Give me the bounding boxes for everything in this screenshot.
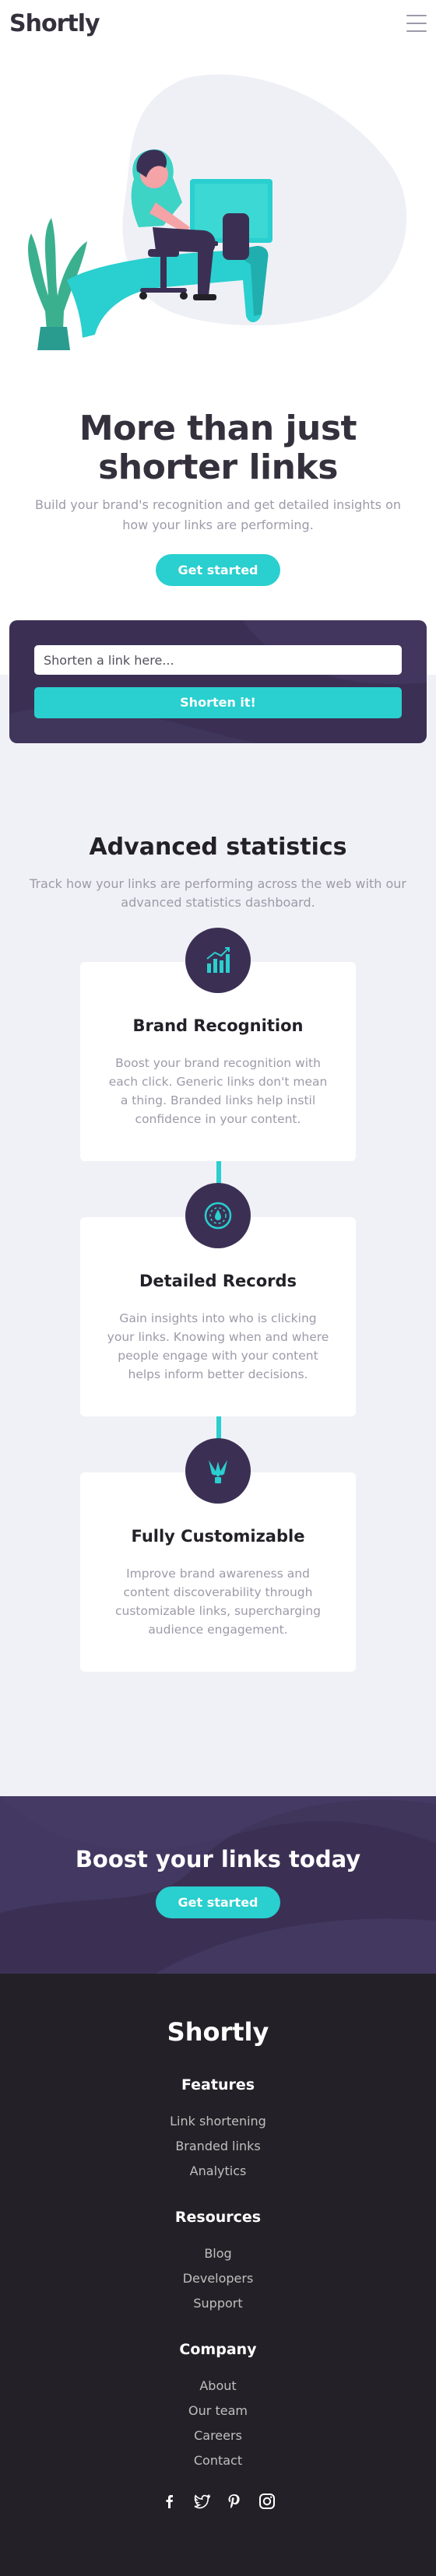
statistics-section: Advanced statistics Track how your links… (0, 743, 436, 1796)
feature-card-brand-recognition: Brand Recognition Boost your brand recog… (80, 928, 356, 1161)
shorten-it-button[interactable]: Shorten it! (34, 687, 402, 718)
footer-logo[interactable]: Shortly (0, 2017, 436, 2047)
boost-section: Boost your links today Get started (0, 1796, 436, 1974)
hero-section: More than just shorter links Build your … (0, 47, 436, 586)
shorten-section: Shorten it! (0, 620, 436, 838)
get-started-button[interactable]: Get started (156, 554, 280, 586)
footer-link[interactable]: About (0, 2374, 436, 2399)
statistics-title: Advanced statistics (89, 834, 347, 861)
footer-link[interactable]: Link shortening (0, 2109, 436, 2134)
feature-card-detailed-records: Detailed Records Gain insights into who … (80, 1183, 356, 1416)
social-links (0, 2492, 436, 2511)
boost-get-started-button[interactable]: Get started (156, 1886, 280, 1918)
footer-group-company: Company About Our team Careers Contact (0, 2341, 436, 2473)
shorten-form: Shorten it! (9, 620, 427, 743)
card-title: Detailed Records (139, 1272, 297, 1290)
gauge-icon (185, 1183, 251, 1248)
statistics-subtitle: Track how your links are performing acro… (30, 876, 406, 910)
logo[interactable]: Shortly (9, 10, 100, 37)
footer-link[interactable]: Support (0, 2291, 436, 2316)
footer-link[interactable]: Developers (0, 2266, 436, 2291)
card-title: Fully Customizable (131, 1527, 305, 1546)
twitter-icon[interactable] (192, 2492, 211, 2511)
shorten-link-input[interactable] (34, 645, 402, 675)
footer-link[interactable]: Branded links (0, 2134, 436, 2159)
footer-group-features: Features Link shortening Branded links A… (0, 2076, 436, 2184)
feature-card-fully-customizable: Fully Customizable Improve brand awarene… (80, 1438, 356, 1672)
footer-heading: Company (179, 2341, 257, 2358)
footer-link[interactable]: Careers (0, 2423, 436, 2448)
person-working-at-desk-illustration (0, 47, 436, 350)
boost-title: Boost your links today (75, 1846, 361, 1872)
hero-subtitle: Build your brand's recognition and get d… (35, 497, 401, 532)
hero-title: More than just shorter links (79, 409, 357, 487)
card-text: Gain insights into who is clicking your … (107, 1311, 329, 1381)
card-text: Boost your brand recognition with each c… (108, 1056, 328, 1126)
instagram-icon[interactable] (258, 2492, 276, 2511)
feature-cards: Brand Recognition Boost your brand recog… (0, 928, 436, 1672)
card-title: Brand Recognition (132, 1016, 304, 1035)
facebook-icon[interactable] (160, 2492, 178, 2511)
site-header: Shortly (0, 0, 436, 47)
footer-heading: Features (181, 2076, 255, 2093)
site-footer: Shortly Features Link shortening Branded… (0, 1974, 436, 2576)
footer-link[interactable]: Our team (0, 2399, 436, 2423)
footer-group-resources: Resources Blog Developers Support (0, 2209, 436, 2316)
hamburger-menu-icon[interactable] (406, 15, 427, 32)
footer-link[interactable]: Contact (0, 2448, 436, 2473)
pinterest-icon[interactable] (225, 2492, 244, 2511)
bar-chart-icon (185, 928, 251, 993)
footer-heading: Resources (174, 2209, 262, 2226)
pens-icon (185, 1438, 251, 1504)
footer-link[interactable]: Analytics (0, 2159, 436, 2184)
footer-link[interactable]: Blog (0, 2241, 436, 2266)
card-text: Improve brand awareness and content disc… (114, 1567, 322, 1637)
